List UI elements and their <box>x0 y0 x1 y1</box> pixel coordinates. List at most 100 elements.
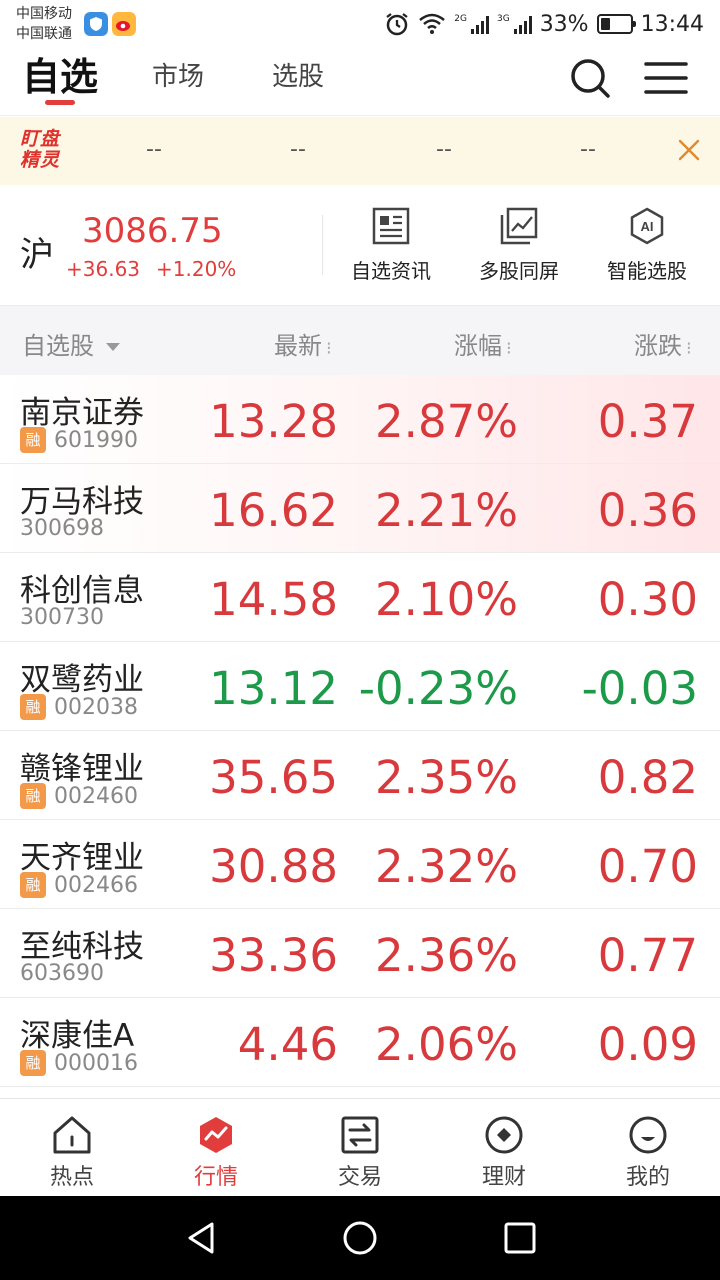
stock-change-pct: 2.21% <box>375 484 518 537</box>
back-icon[interactable] <box>184 1220 218 1256</box>
close-icon[interactable] <box>676 137 702 163</box>
table-row[interactable]: 赣锋锂业 融 002460 35.65 2.35% 0.82 <box>0 731 720 820</box>
stock-price: 33.36 <box>209 929 338 982</box>
status-bar: 中国移动 中国联通 2G 3G 33% 13:44 <box>0 0 720 48</box>
shield-app-icon <box>84 12 108 36</box>
stock-name: 赣锋锂业 <box>20 751 144 787</box>
stock-code: 603690 <box>20 961 104 986</box>
nav-hot-label: 热点 <box>49 1165 94 1190</box>
home-icon <box>53 1116 91 1154</box>
battery-icon <box>596 14 636 34</box>
watchlist: 南京证券 融 601990 13.28 2.87% 0.37 万马科技 3006… <box>0 375 720 1087</box>
nav-profile[interactable]: 我的 <box>598 1115 698 1191</box>
col-pct-label: 涨幅 <box>454 332 502 360</box>
banner-slot-4: -- <box>580 137 596 162</box>
stock-code: 002466 <box>54 872 138 898</box>
stock-code: 601990 <box>54 427 138 453</box>
nav-profile-label: 我的 <box>625 1165 670 1190</box>
watchlist-news-button[interactable]: 自选资讯 <box>326 207 456 284</box>
stock-change-pct: 2.32% <box>375 840 518 893</box>
smart-stock-picker-button[interactable]: AI 智能选股 <box>582 207 712 284</box>
nav-market[interactable]: 行情 <box>166 1115 266 1191</box>
stock-watch-banner[interactable]: 盯盘精灵 -- -- -- -- <box>0 117 720 185</box>
svg-text:AI: AI <box>641 219 654 234</box>
tab-watchlist[interactable]: 自选 <box>22 46 98 101</box>
stock-change: -0.03 <box>581 662 698 715</box>
multi-chart-icon <box>500 207 538 245</box>
stock-name: 天齐锂业 <box>20 840 144 876</box>
wifi-icon <box>419 13 446 34</box>
margin-trading-badge: 融 <box>20 427 46 453</box>
table-row[interactable]: 天齐锂业 融 002466 30.88 2.32% 0.70 <box>0 820 720 909</box>
tab-stock-picker[interactable]: 选股 <box>272 56 324 93</box>
banner-logo: 盯盘精灵 <box>20 129 66 171</box>
table-row[interactable]: 双鹭药业 融 002038 13.12 -0.23% -0.03 <box>0 642 720 731</box>
stock-change-pct: -0.23% <box>358 662 518 715</box>
nav-market-label: 行情 <box>193 1165 238 1190</box>
table-row[interactable]: 南京证券 融 601990 13.28 2.87% 0.37 <box>0 375 720 464</box>
alarm-icon <box>386 13 408 36</box>
stock-price: 13.12 <box>209 662 338 715</box>
chevron-down-icon <box>106 343 120 351</box>
stock-price: 13.28 <box>209 395 338 448</box>
col-price-header[interactable]: 最新 ⁝ <box>274 326 332 361</box>
search-icon[interactable] <box>568 56 612 100</box>
nav-trade-label: 交易 <box>337 1165 382 1190</box>
carrier-1: 中国移动 <box>16 6 72 22</box>
stock-code-wrap: 融 002466 <box>20 872 138 898</box>
recent-apps-icon[interactable] <box>504 1220 536 1256</box>
tab-market[interactable]: 市场 <box>152 56 204 93</box>
table-row[interactable]: 深康佳A 融 000016 4.46 2.06% 0.09 <box>0 998 720 1087</box>
stock-name: 南京证券 <box>20 395 144 431</box>
stock-name: 至纯科技 <box>20 929 144 965</box>
stock-code-wrap: 300698 <box>20 516 104 541</box>
table-row[interactable]: 万马科技 300698 16.62 2.21% 0.36 <box>0 464 720 553</box>
stock-code: 002460 <box>54 783 138 809</box>
stock-code-wrap: 融 601990 <box>20 427 138 453</box>
index-value: 3086.75 <box>82 211 223 251</box>
stock-code-wrap: 融 002460 <box>20 783 138 809</box>
col-name-label: 自选股 <box>22 332 94 360</box>
table-row[interactable]: 至纯科技 603690 33.36 2.36% 0.77 <box>0 909 720 998</box>
stock-code-wrap: 融 002038 <box>20 694 138 720</box>
table-row[interactable]: 科创信息 300730 14.58 2.10% 0.30 <box>0 553 720 642</box>
news-icon <box>372 207 410 245</box>
battery-percent: 33% <box>539 11 589 37</box>
carrier-info: 中国移动 中国联通 <box>16 4 72 44</box>
nav-trade[interactable]: 交易 <box>310 1115 410 1191</box>
banner-slot-1: -- <box>146 137 162 162</box>
profile-icon <box>629 1116 667 1154</box>
stock-code-wrap: 融 000016 <box>20 1050 138 1076</box>
smart-stock-picker-label: 智能选股 <box>607 259 687 283</box>
margin-trading-badge: 融 <box>20 1050 46 1076</box>
stock-name: 科创信息 <box>20 573 144 609</box>
stock-code: 000016 <box>54 1050 138 1076</box>
stock-price: 14.58 <box>209 573 338 626</box>
margin-trading-badge: 融 <box>20 783 46 809</box>
stock-change-pct: 2.06% <box>375 1018 518 1071</box>
stock-price: 35.65 <box>209 751 338 804</box>
col-change-header[interactable]: 涨跌 ⁝ <box>634 326 692 361</box>
stock-price: 30.88 <box>209 840 338 893</box>
nav-hot[interactable]: 热点 <box>22 1115 122 1191</box>
margin-trading-badge: 融 <box>20 872 46 898</box>
index-summary[interactable]: 沪 3086.75 +36.63 +1.20% 自选资讯 多股同屏 AI 智能选… <box>0 185 720 305</box>
stock-change: 0.30 <box>597 573 698 626</box>
col-name-header[interactable]: 自选股 <box>22 326 120 361</box>
menu-icon[interactable] <box>644 56 688 100</box>
sort-icon: ⁝ <box>686 338 692 359</box>
stock-change-pct: 2.36% <box>375 929 518 982</box>
col-pct-header[interactable]: 涨幅 ⁝ <box>454 326 512 361</box>
nav-finance[interactable]: 理财 <box>454 1115 554 1191</box>
home-button-icon[interactable] <box>342 1220 378 1256</box>
stock-change: 0.70 <box>597 840 698 893</box>
stock-change: 0.09 <box>597 1018 698 1071</box>
stock-price: 4.46 <box>237 1018 338 1071</box>
stock-code-wrap: 603690 <box>20 961 104 986</box>
col-change-label: 涨跌 <box>634 332 682 360</box>
nav-finance-label: 理财 <box>481 1165 526 1190</box>
multi-stock-screen-button[interactable]: 多股同屏 <box>454 207 584 284</box>
stock-change: 0.37 <box>597 395 698 448</box>
stock-code-wrap: 300730 <box>20 605 104 630</box>
index-change: +36.63 <box>66 257 141 281</box>
